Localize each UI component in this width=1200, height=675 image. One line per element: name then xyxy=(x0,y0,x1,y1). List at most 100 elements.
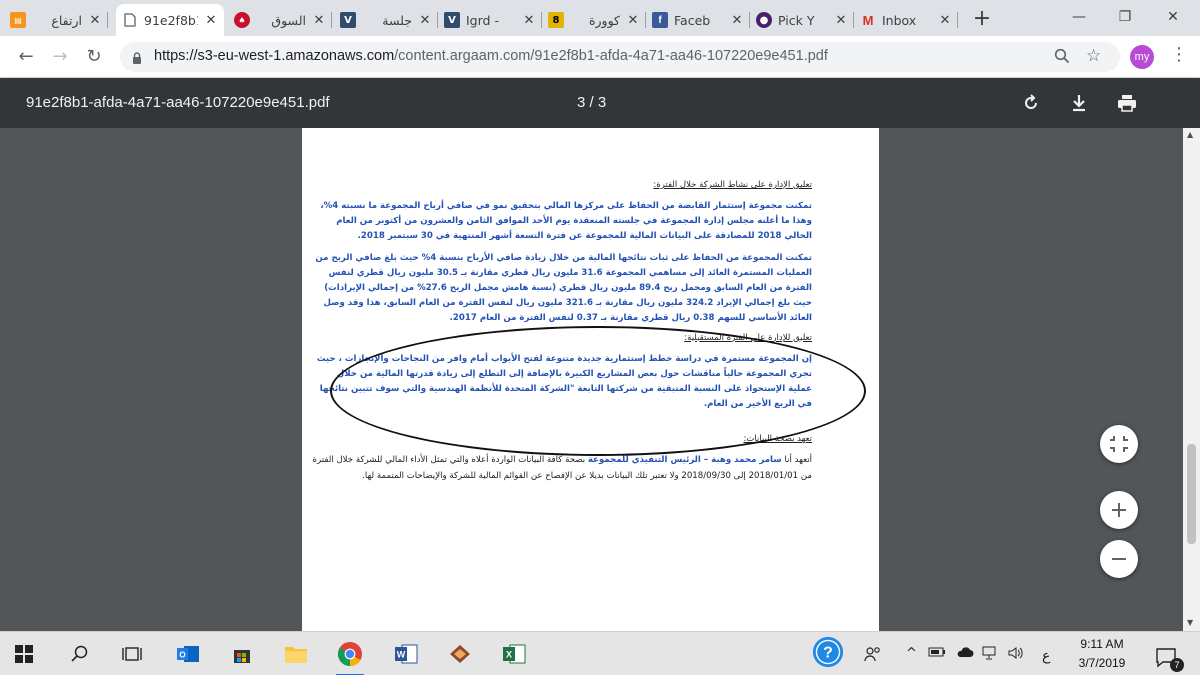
close-icon[interactable]: ✕ xyxy=(204,13,218,28)
notification-count: 7 xyxy=(1170,658,1184,672)
outlook-icon[interactable]: O xyxy=(172,638,204,670)
zoom-in-button[interactable] xyxy=(1100,491,1138,529)
tab-pdf[interactable]: 91e2f8b1 ✕ xyxy=(116,4,224,36)
close-icon[interactable]: ✕ xyxy=(522,13,536,28)
search-icon[interactable] xyxy=(64,638,96,670)
tab-strip: ▤ ارتفاع ✕ 91e2f8b1 ✕ ♠ السوق ✕ V جلسة ✕… xyxy=(0,0,1200,36)
restore-button[interactable]: ❐ xyxy=(1102,4,1148,30)
address-bar[interactable]: https://s3-eu-west-1.amazonaws.com/conte… xyxy=(120,42,1120,72)
app-icon[interactable] xyxy=(444,638,476,670)
tab-inbox[interactable]: M Inbox ✕ xyxy=(854,4,958,36)
paragraph: تمكنت المجموعة من الحفاظ على ثبات نتائجه… xyxy=(315,252,812,324)
volume-icon[interactable] xyxy=(1008,646,1024,664)
tab-igrd[interactable]: V Igrd - ✕ xyxy=(438,4,542,36)
new-tab-button[interactable]: + xyxy=(970,6,994,31)
paragraph-prefix: أتعهد أنا xyxy=(781,455,812,466)
forward-button[interactable]: → xyxy=(48,45,72,69)
close-window-button[interactable]: ✕ xyxy=(1150,4,1196,30)
tab-label: ارتفاع xyxy=(51,12,82,28)
section-heading: تعهد بصحة البيانات: xyxy=(743,434,812,445)
network-icon[interactable] xyxy=(982,646,1000,664)
minimize-button[interactable]: — xyxy=(1056,4,1102,30)
tab-pick[interactable]: ● Pick Y ✕ xyxy=(750,4,854,36)
document-body: تعليق الإدارة على نشاط الشركة خلال الفتر… xyxy=(312,180,812,490)
help-icon[interactable]: ? xyxy=(812,636,844,668)
tab-separator xyxy=(331,12,332,28)
close-icon[interactable]: ✕ xyxy=(730,13,744,28)
signatory-name: سامر محمد وهبة – الرئيس التنفيذي للمجموع… xyxy=(587,455,782,466)
file-explorer-icon[interactable] xyxy=(280,638,312,670)
chrome-icon[interactable] xyxy=(334,638,366,675)
back-button[interactable]: ← xyxy=(14,45,38,69)
scrollbar[interactable]: ▲ ▼ xyxy=(1183,128,1200,631)
url-path: /content.argaam.com/91e2f8b1-afda-4a71-a… xyxy=(394,48,828,64)
paragraph: تمكنت مجموعة إستثمار القابضة من الحفاظ ع… xyxy=(320,201,812,242)
excel-icon[interactable]: X xyxy=(498,638,530,670)
chevron-up-icon[interactable]: ^ xyxy=(906,646,917,661)
tab-separator xyxy=(107,12,108,28)
tab-label: Pick Y xyxy=(778,12,815,28)
lock-icon xyxy=(132,50,142,64)
tab-label: Inbox xyxy=(882,12,917,28)
tab-label: 91e2f8b1 xyxy=(144,12,198,28)
notifications-icon[interactable]: 7 xyxy=(1152,642,1184,674)
section-heading: تعليق للإدارة على الفترة المستقبلية: xyxy=(684,332,812,343)
tab-session[interactable]: V جلسة ✕ xyxy=(334,4,438,36)
print-icon[interactable] xyxy=(1114,90,1140,116)
document-icon xyxy=(122,12,138,28)
fit-page-button[interactable] xyxy=(1100,425,1138,463)
tab-label: السوق xyxy=(271,12,306,28)
argaam-blue-icon: V xyxy=(340,12,356,28)
pdf-page: تعليق الإدارة على نشاط الشركة خلال الفتر… xyxy=(302,128,879,631)
facebook-icon: f xyxy=(652,12,668,28)
paragraph: إن المجموعة مستمرة في دراسة خطط إستثماري… xyxy=(316,353,812,410)
svg-text:?: ? xyxy=(823,645,833,662)
svg-text:O: O xyxy=(179,651,185,660)
menu-icon[interactable]: ⋮ xyxy=(1170,44,1188,65)
word-icon[interactable]: W xyxy=(390,638,422,670)
zoom-out-button[interactable] xyxy=(1100,540,1138,578)
tab-argaam[interactable]: ▤ ارتفاع ✕ xyxy=(4,4,108,36)
cloud-icon[interactable] xyxy=(956,646,974,662)
tab-label: كوورة xyxy=(588,12,620,28)
paragraph: أتعهد أنا سامر محمد وهبة – الرئيس التنفي… xyxy=(312,453,812,483)
download-icon[interactable] xyxy=(1066,90,1092,116)
star-icon[interactable]: ☆ xyxy=(1086,46,1101,66)
close-icon[interactable]: ✕ xyxy=(88,13,102,28)
reload-button[interactable]: ↻ xyxy=(82,45,106,69)
section-heading: تعليق الإدارة على نشاط الشركة خلال الفتر… xyxy=(653,180,812,190)
people-icon[interactable] xyxy=(864,646,882,666)
system-clock[interactable]: 9:11 AM 3/7/2019 xyxy=(1062,635,1142,673)
tab-souq[interactable]: ♠ السوق ✕ xyxy=(228,4,332,36)
search-icon[interactable] xyxy=(1054,48,1070,68)
pokerstars-icon: ♠ xyxy=(234,12,250,28)
language-indicator[interactable]: ع xyxy=(1042,648,1050,664)
store-icon[interactable] xyxy=(226,638,258,670)
svg-text:X: X xyxy=(506,650,512,660)
argaam-blue-icon: V xyxy=(444,12,460,28)
tab-label: Faceb xyxy=(674,12,711,28)
close-icon[interactable]: ✕ xyxy=(626,13,640,28)
argaam-icon: ▤ xyxy=(10,12,26,28)
pick-icon: ● xyxy=(756,12,772,28)
tab-facebook[interactable]: f Faceb ✕ xyxy=(646,4,750,36)
close-icon[interactable]: ✕ xyxy=(938,13,952,28)
rotate-icon[interactable] xyxy=(1018,90,1044,116)
close-icon[interactable]: ✕ xyxy=(312,13,326,28)
scrollbar-thumb[interactable] xyxy=(1187,444,1196,544)
scroll-down-icon[interactable]: ▼ xyxy=(1187,618,1193,627)
page-indicator: 3 / 3 xyxy=(577,94,607,111)
clock-time: 9:11 AM xyxy=(1080,637,1124,651)
kooora-icon: 8 xyxy=(548,12,564,28)
avatar[interactable]: my xyxy=(1130,45,1154,69)
gmail-icon: M xyxy=(862,12,874,28)
scroll-up-icon[interactable]: ▲ xyxy=(1187,130,1193,139)
close-icon[interactable]: ✕ xyxy=(834,13,848,28)
windows-start-icon[interactable] xyxy=(8,638,40,670)
close-icon[interactable]: ✕ xyxy=(418,13,432,28)
tab-label: جلسة xyxy=(382,12,412,28)
battery-icon xyxy=(928,646,946,662)
tab-kooora[interactable]: 8 كوورة ✕ xyxy=(542,4,646,36)
pdf-viewport[interactable]: تعليق الإدارة على نشاط الشركة خلال الفتر… xyxy=(0,128,1200,631)
task-view-icon[interactable] xyxy=(116,638,148,670)
